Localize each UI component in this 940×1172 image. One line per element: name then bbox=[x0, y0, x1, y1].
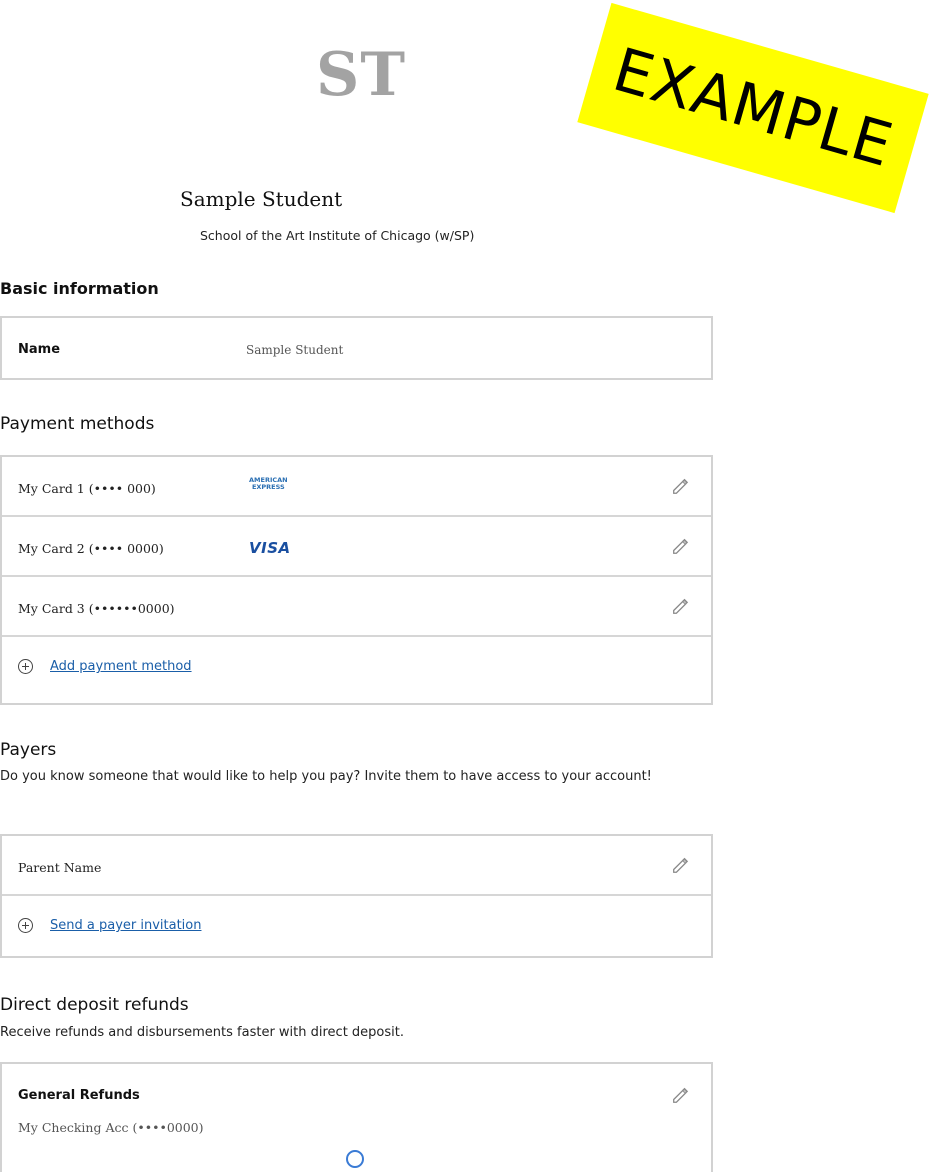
payment-method-row[interactable]: My Card 2 (•••• 0000) VISA bbox=[2, 517, 711, 577]
school-name: School of the Art Institute of Chicago (… bbox=[200, 228, 475, 243]
payer-name: Parent Name bbox=[18, 860, 102, 875]
card-label: My Card 2 (•••• 0000) bbox=[18, 541, 164, 556]
name-value: Sample Student bbox=[246, 343, 344, 357]
edit-pencil-icon[interactable] bbox=[671, 477, 689, 495]
send-payer-invitation-link[interactable]: Send a payer invitation bbox=[50, 918, 201, 933]
edit-pencil-icon[interactable] bbox=[671, 597, 689, 615]
direct-deposit-title: Direct deposit refunds bbox=[0, 995, 189, 1015]
checking-account-label: My Checking Acc (••••0000) bbox=[18, 1120, 204, 1135]
edit-pencil-icon[interactable] bbox=[671, 537, 689, 555]
basic-info-title: Basic information bbox=[0, 279, 159, 298]
basic-info-card: Name Sample Student bbox=[0, 316, 713, 380]
send-invitation-row: Send a payer invitation bbox=[2, 896, 711, 956]
payers-title: Payers bbox=[0, 740, 57, 760]
avatar-initials: ST bbox=[316, 40, 406, 110]
watermark-text: EXAMPLE bbox=[605, 34, 901, 182]
visa-logo-icon: VISA bbox=[249, 539, 291, 557]
amex-logo-icon: AMERICAN EXPRESS bbox=[249, 476, 288, 491]
add-circle-icon[interactable] bbox=[18, 659, 33, 674]
direct-deposit-description: Receive refunds and disbursements faster… bbox=[0, 1025, 405, 1040]
student-name: Sample Student bbox=[180, 187, 343, 211]
name-label: Name bbox=[18, 342, 61, 357]
payer-row[interactable]: Parent Name bbox=[2, 836, 711, 896]
loading-spinner-icon bbox=[346, 1150, 364, 1168]
payers-card: Parent Name Send a payer invitation bbox=[0, 834, 713, 958]
payment-method-row[interactable]: My Card 3 (••••••0000) bbox=[2, 577, 711, 637]
payment-method-row[interactable]: My Card 1 (•••• 000) AMERICAN EXPRESS bbox=[2, 457, 711, 517]
card-label: My Card 3 (••••••0000) bbox=[18, 601, 175, 616]
edit-pencil-icon[interactable] bbox=[671, 1086, 689, 1104]
add-circle-icon[interactable] bbox=[18, 918, 33, 933]
card-label: My Card 1 (•••• 000) bbox=[18, 481, 156, 496]
name-row: Name Sample Student bbox=[2, 318, 711, 378]
payment-methods-title: Payment methods bbox=[0, 414, 155, 434]
add-payment-row: Add payment method bbox=[2, 637, 711, 699]
edit-pencil-icon[interactable] bbox=[671, 856, 689, 874]
add-payment-method-link[interactable]: Add payment method bbox=[50, 659, 192, 674]
example-watermark: EXAMPLE bbox=[577, 2, 929, 214]
payers-description: Do you know someone that would like to h… bbox=[0, 769, 652, 784]
payment-methods-card: My Card 1 (•••• 000) AMERICAN EXPRESS My … bbox=[0, 455, 713, 705]
general-refunds-title: General Refunds bbox=[18, 1088, 140, 1103]
